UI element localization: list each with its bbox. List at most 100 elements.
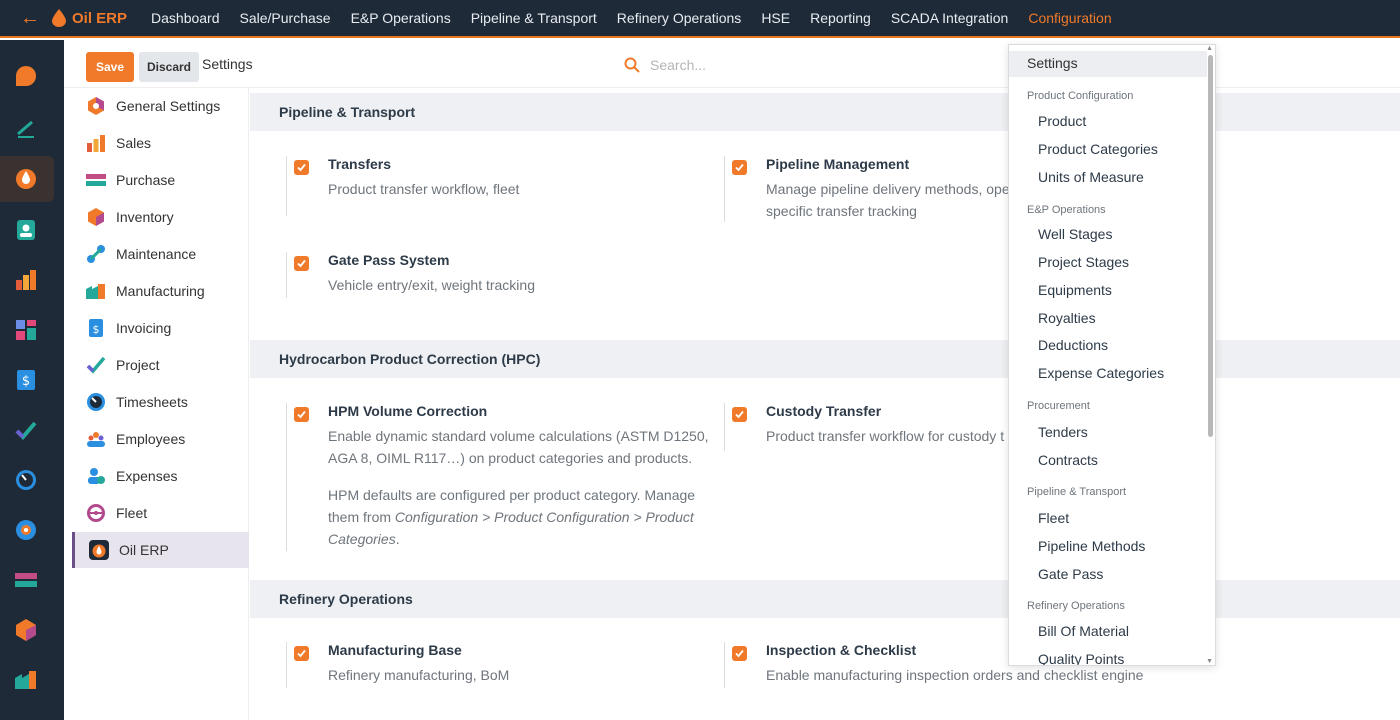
nav-sale-purchase[interactable]: Sale/Purchase [230,10,341,26]
contacts-app-icon[interactable] [12,216,40,244]
dropdown-item-product-categories[interactable]: Product Categories [1038,141,1158,157]
top-navbar: ← Oil ERP Dashboard Sale/Purchase E&P Op… [0,0,1400,38]
pen-app-icon[interactable] [12,114,40,142]
dropdown-item-gate-pass[interactable]: Gate Pass [1038,566,1103,582]
dropdown-item-label: Settings [1027,55,1078,71]
manufacturing-app-icon[interactable] [12,666,40,694]
nav-reporting[interactable]: Reporting [800,10,881,26]
setting-description-line-2: AGA 8, OIML R117…) on product categories… [328,450,693,466]
discard-button[interactable]: Discard [139,52,199,82]
sidebar-item-general-settings[interactable]: General Settings [72,88,249,124]
inspection-checklist-checkbox[interactable] [732,646,747,661]
note-text: . [395,531,400,547]
purchase-app-icon[interactable] [12,566,40,594]
dropdown-item-expense-categories[interactable]: Expense Categories [1038,365,1164,381]
invoicing-app-icon[interactable]: $ [12,366,40,394]
sidebar-item-oil-erp[interactable]: Oil ERP [72,532,249,568]
sidebar-item-project[interactable]: Project [72,347,249,383]
sidebar-item-label: Purchase [116,172,176,188]
app-name[interactable]: Oil ERP [72,10,127,27]
configuration-dropdown-menu: Settings Product Configuration Product P… [1008,44,1216,666]
dropdown-item-contracts[interactable]: Contracts [1038,452,1098,468]
checkmark-icon [297,163,306,172]
save-button[interactable]: Save [86,52,134,82]
sidebar-item-inventory[interactable]: Inventory [72,199,249,235]
inventory-app-icon[interactable] [12,616,40,644]
settings-content: Pipeline & Transport Transfers Product t… [250,88,1400,720]
dropdown-item-settings[interactable]: Settings [1009,51,1207,77]
sidebar-item-label: Project [116,357,160,373]
nav-pipeline-transport[interactable]: Pipeline & Transport [461,10,607,26]
setting-title: Manufacturing Base [328,642,462,658]
sidebar-item-fleet[interactable]: Fleet [72,495,249,531]
setting-hpm-volume-correction: HPM Volume Correction Enable dynamic sta… [250,403,709,551]
discuss-app-icon[interactable] [12,62,40,90]
sidebar-item-label: Expenses [116,468,178,484]
manufacturing-icon [86,281,106,301]
setting-description-line-1: Manage pipeline delivery methods, oper [766,181,1015,197]
sidebar-item-maintenance[interactable]: Maintenance [72,236,249,272]
scroll-down-arrow-icon[interactable]: ▼ [1206,658,1213,665]
dropdown-item-royalties[interactable]: Royalties [1038,310,1096,326]
nav-scada-integration[interactable]: SCADA Integration [881,10,1019,26]
dropdown-item-deductions[interactable]: Deductions [1038,337,1108,353]
sidebar-item-invoicing[interactable]: $ Invoicing [72,310,249,346]
dropdown-item-pipeline-methods[interactable]: Pipeline Methods [1038,538,1145,554]
dropdown-item-well-stages[interactable]: Well Stages [1038,226,1112,242]
divider [286,642,287,688]
nav-refinery-operations[interactable]: Refinery Operations [607,10,752,26]
timesheets-app-icon[interactable] [12,466,40,494]
transfers-checkbox[interactable] [294,160,309,175]
checkmark-icon [297,410,306,419]
apps-store-icon[interactable] [12,516,40,544]
gate-pass-checkbox[interactable] [294,256,309,271]
setting-note-line-3: Categories. [328,528,400,550]
setting-title: Gate Pass System [328,252,450,268]
sales-app-icon[interactable] [12,266,40,294]
dashboards-app-icon[interactable] [12,316,40,344]
search-input[interactable] [650,57,950,73]
oil-drop-logo-icon [52,9,66,27]
pipeline-management-checkbox[interactable] [732,160,747,175]
purchase-icon [86,170,106,190]
dropdown-item-project-stages[interactable]: Project Stages [1038,254,1129,270]
setting-description: Refinery manufacturing, BoM [328,667,510,683]
section-title: Hydrocarbon Product Correction (HPC) [279,351,541,367]
dropdown-item-equipments[interactable]: Equipments [1038,282,1112,298]
manufacturing-base-checkbox[interactable] [294,646,309,661]
setting-transfers: Transfers Product transfer workflow, fle… [250,156,650,216]
back-arrow-icon[interactable]: ← [20,8,44,28]
setting-note-line-1: HPM defaults are configured per product … [328,487,696,503]
svg-text:$: $ [22,374,30,389]
sidebar-item-purchase[interactable]: Purchase [72,162,249,198]
nav-configuration[interactable]: Configuration [1018,10,1121,26]
hpm-volume-correction-checkbox[interactable] [294,407,309,422]
sidebar-item-label: Employees [116,431,186,447]
sidebar-item-expenses[interactable]: Expenses [72,458,249,494]
sidebar-item-manufacturing[interactable]: Manufacturing [72,273,249,309]
dropdown-scrollbar[interactable] [1208,55,1213,437]
employees-icon [86,429,106,449]
oil-erp-app-icon[interactable] [12,164,40,192]
scroll-up-arrow-icon[interactable]: ▲ [1206,45,1213,52]
setting-description: Product transfer workflow for custody t [766,428,1005,444]
dropdown-item-product[interactable]: Product [1038,113,1086,129]
nav-dashboard[interactable]: Dashboard [141,10,230,26]
dropdown-item-tenders[interactable]: Tenders [1038,424,1088,440]
nav-ep-operations[interactable]: E&P Operations [341,10,461,26]
custody-transfer-checkbox[interactable] [732,407,747,422]
sidebar-item-employees[interactable]: Employees [72,421,249,457]
dropdown-item-quality-points[interactable]: Quality Points [1038,651,1124,665]
dropdown-item-fleet[interactable]: Fleet [1038,510,1069,526]
section-title: Pipeline & Transport [279,104,416,120]
setting-title: Transfers [328,156,392,172]
project-app-icon[interactable] [12,416,40,444]
dropdown-item-bill-of-material[interactable]: Bill Of Material [1038,623,1129,639]
section-title: Refinery Operations [279,591,413,607]
sidebar-item-sales[interactable]: Sales [72,125,249,161]
dropdown-item-units-of-measure[interactable]: Units of Measure [1038,169,1144,185]
divider [724,642,725,688]
nav-hse[interactable]: HSE [751,10,800,26]
section-header-pipeline-transport: Pipeline & Transport [250,93,1400,131]
sidebar-item-timesheets[interactable]: Timesheets [72,384,249,420]
